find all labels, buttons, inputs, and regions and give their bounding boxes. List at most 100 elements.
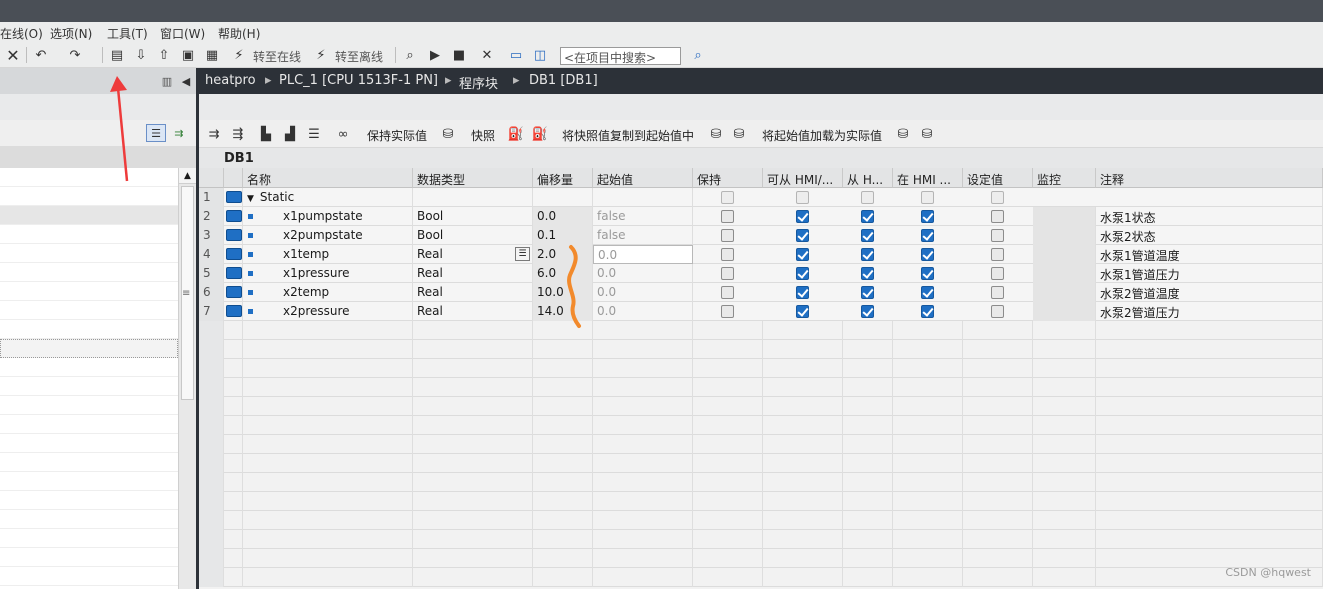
list-item[interactable] [0,263,178,282]
go-offline-icon[interactable]: ⚡ [312,46,330,64]
retain-checkbox[interactable] [721,305,734,318]
hmi-visible-checkbox[interactable] [921,286,934,299]
hmi-access-checkbox[interactable] [796,210,809,223]
split-vertical-icon[interactable]: ◫ [531,46,549,64]
empty-table-row[interactable] [199,378,1323,397]
delete-icon[interactable]: ✕ [4,46,22,65]
split-horizontal-icon[interactable]: ▭ [507,46,525,64]
empty-table-row[interactable] [199,435,1323,454]
pane-layout-icon[interactable]: ▥ [158,72,176,90]
empty-table-row[interactable] [199,549,1323,568]
menu-tools[interactable]: 工具(T) [107,25,148,42]
comment-cell[interactable]: 水泵2管道温度 [1096,283,1323,302]
column-header-hmi-access[interactable]: 可从 HMI/... [763,168,843,188]
name-cell[interactable]: x2pressure [243,302,413,321]
list-item[interactable] [0,225,178,244]
start-simulation-icon[interactable]: ▣ [179,46,197,64]
start-value-cell[interactable]: 0.0 [593,283,693,302]
list-item[interactable] [0,320,178,339]
datatype-cell[interactable]: Real [413,283,533,302]
add-row-icon[interactable]: ⇶ [229,125,247,143]
list-item[interactable] [0,282,178,301]
hmi-write-checkbox[interactable] [861,210,874,223]
stop-cpu-icon[interactable]: ■ [450,46,468,64]
collapse-left-icon[interactable]: ◀ [177,72,195,90]
empty-table-row[interactable] [199,321,1323,340]
table-row[interactable]: 2 x1pumpstate Bool 0.0 false 水泵1状态 [199,207,1323,226]
go-online-button[interactable]: 转至在线 [253,48,301,65]
snapshot-button[interactable]: 快照 [471,127,495,144]
empty-table-row[interactable] [199,511,1323,530]
hmi-visible-checkbox[interactable] [921,267,934,280]
cross-reference-icon[interactable]: ✕ [478,46,496,64]
menu-window[interactable]: 窗口(W) [160,25,205,42]
keep-actual-values-button[interactable]: 保持实际值 [367,127,427,144]
datatype-cell[interactable] [413,188,533,207]
upload-from-device-icon[interactable]: ⇧ [155,46,173,64]
empty-table-row[interactable] [199,473,1323,492]
column-header-comment[interactable]: 注释 [1096,168,1323,188]
undo-icon[interactable]: ↶ [32,46,50,64]
menu-online[interactable]: 在线(O) [0,25,43,42]
empty-table-row[interactable] [199,454,1323,473]
menu-options[interactable]: 选项(N) [50,25,92,42]
breadcrumb-item[interactable]: DB1 [DB1] [529,73,598,88]
empty-table-row[interactable] [199,568,1323,587]
column-header-retain[interactable]: 保持 [693,168,763,188]
expand-all-icon[interactable]: ▙ [257,125,275,143]
list-item[interactable] [0,491,178,510]
list-item[interactable] [0,206,178,225]
datatype-cell[interactable]: Real [413,264,533,283]
start-value-cell[interactable] [593,188,693,207]
table-row[interactable]: 6 x2temp Real 10.0 0.0 水泵2管道温度 [199,283,1323,302]
table-row[interactable]: 5 x1pressure Real 6.0 0.0 水泵1管道压力 [199,264,1323,283]
name-cell[interactable]: ▼ Static [243,188,413,207]
retain-checkbox[interactable] [721,267,734,280]
hmi-write-checkbox[interactable] [861,229,874,242]
column-header-start-value[interactable]: 起始值 [593,168,693,188]
column-header-hmi-write[interactable]: 从 H... [843,168,893,188]
list-item[interactable] [0,434,178,453]
hmi-access-checkbox[interactable] [796,305,809,318]
comment-cell[interactable] [1096,188,1323,207]
collapse-all-icon[interactable]: ▟ [281,125,299,143]
list-item[interactable] [0,415,178,434]
retain-checkbox[interactable] [721,229,734,242]
breadcrumb-item[interactable]: heatpro [205,73,256,88]
hmi-write-checkbox[interactable] [861,191,874,204]
copy-snapshot-icon[interactable]: ⛽ [507,125,525,143]
hmi-visible-checkbox[interactable] [921,229,934,242]
list-item[interactable] [0,168,178,187]
load-alt-icon[interactable]: ⛁ [918,125,936,143]
empty-table-row[interactable] [199,397,1323,416]
name-cell[interactable]: x2pumpstate [243,226,413,245]
setpoint-checkbox[interactable] [991,210,1004,223]
insert-row-icon[interactable]: ⇉ [205,125,223,143]
column-header-hmi-visible[interactable]: 在 HMI ... [893,168,963,188]
project-tree-scrollbar[interactable]: ▲ ≡ [178,168,196,589]
snapshot-icon[interactable]: ⛁ [439,125,457,143]
copy-start-icon[interactable]: ⛁ [707,125,725,143]
retain-checkbox[interactable] [721,191,734,204]
comment-cell[interactable]: 水泵1管道压力 [1096,264,1323,283]
hmi-write-checkbox[interactable] [861,267,874,280]
column-header-offset[interactable]: 偏移量 [533,168,593,188]
hmi-write-checkbox[interactable] [861,286,874,299]
search-go-icon[interactable]: ⌕ [689,46,707,64]
load-start-as-actual-button[interactable]: 将起始值加载为实际值 [762,127,882,144]
column-header-name[interactable]: 名称 [243,168,413,188]
comment-cell[interactable]: 水泵1管道温度 [1096,245,1323,264]
list-item[interactable] [0,187,178,206]
name-cell[interactable]: x1pumpstate [243,207,413,226]
copy-snapshot-to-start-button[interactable]: 将快照值复制到起始值中 [562,127,694,144]
column-header-datatype[interactable]: 数据类型 [413,168,533,188]
start-value-cell[interactable]: 0.0 [593,245,693,264]
list-item[interactable] [0,453,178,472]
name-cell[interactable]: x1temp [243,245,413,264]
retain-checkbox[interactable] [721,210,734,223]
datatype-cell[interactable]: Bool [413,207,533,226]
go-offline-button[interactable]: 转至离线 [335,48,383,65]
list-item[interactable] [0,358,178,377]
start-value-cell[interactable]: false [593,226,693,245]
detail-view-icon[interactable]: ☰ [146,124,166,142]
